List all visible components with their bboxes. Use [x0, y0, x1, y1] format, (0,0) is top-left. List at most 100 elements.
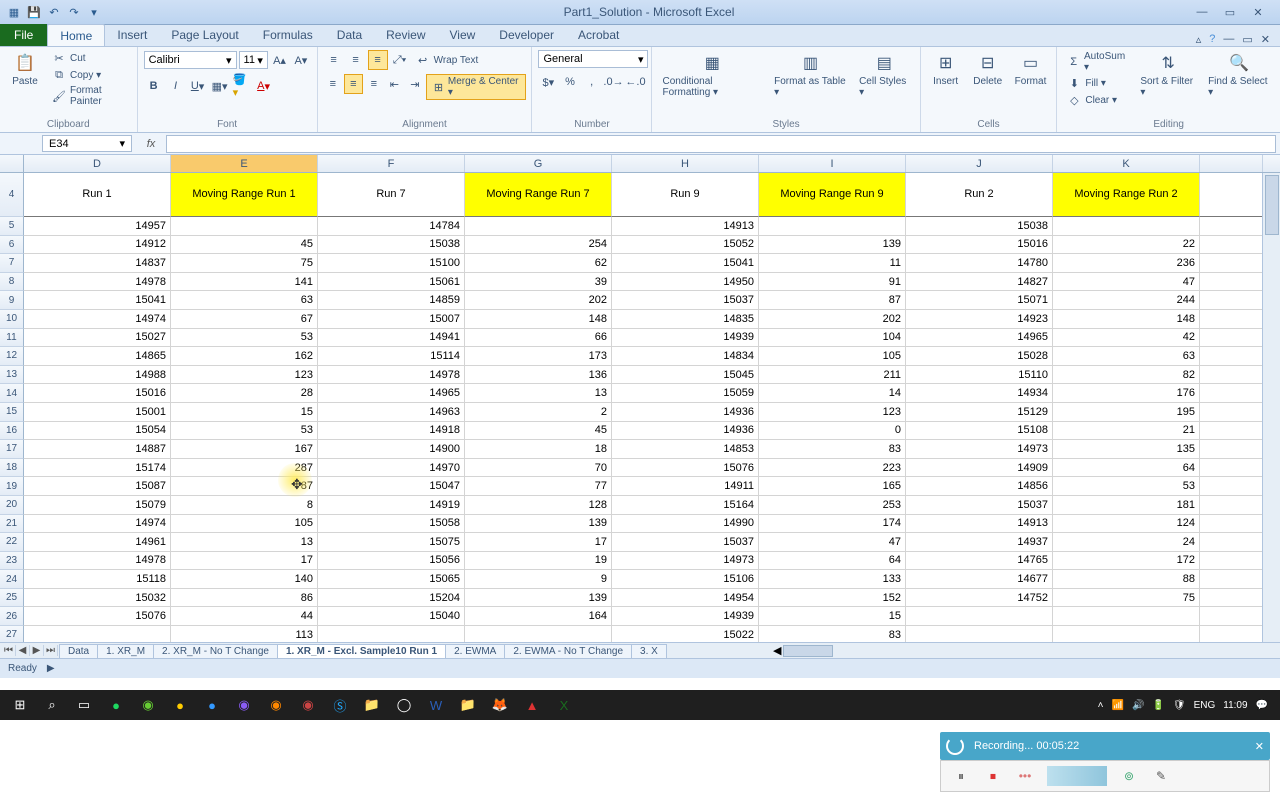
- cell-K20[interactable]: 181: [1053, 496, 1200, 515]
- cell-F5[interactable]: 14784: [318, 217, 465, 236]
- cell-K15[interactable]: 195: [1053, 403, 1200, 422]
- col-header-J[interactable]: J: [906, 155, 1053, 172]
- merge-center-button[interactable]: ⊞Merge & Center ▾: [426, 74, 525, 100]
- cell-H22[interactable]: 15037: [612, 533, 759, 552]
- cell-K18[interactable]: 64: [1053, 459, 1200, 478]
- cell-G20[interactable]: 128: [465, 496, 612, 515]
- cell-D17[interactable]: 14887: [24, 440, 171, 459]
- cell-E12[interactable]: 162: [171, 347, 318, 366]
- cell-E5[interactable]: [171, 217, 318, 236]
- cell-J10[interactable]: 14923: [906, 310, 1053, 329]
- cell-H24[interactable]: 15106: [612, 570, 759, 589]
- macro-record-icon[interactable]: ▶: [47, 663, 55, 674]
- cell-H16[interactable]: 14936: [612, 422, 759, 441]
- cell-D22[interactable]: 14961: [24, 533, 171, 552]
- doc-close-icon[interactable]: ✕: [1261, 33, 1270, 46]
- row-header-7[interactable]: 7: [0, 254, 24, 273]
- col-header-E[interactable]: E: [171, 155, 318, 172]
- cell-H9[interactable]: 15037: [612, 291, 759, 310]
- fill-button[interactable]: ⬇Fill ▾: [1063, 75, 1132, 91]
- cell-I16[interactable]: 0: [759, 422, 906, 441]
- cell-E14[interactable]: 28: [171, 384, 318, 403]
- align-right-icon[interactable]: ≡: [365, 74, 384, 94]
- cell-E7[interactable]: 75: [171, 254, 318, 273]
- cell-G10[interactable]: 148: [465, 310, 612, 329]
- cell-I7[interactable]: 11: [759, 254, 906, 273]
- cell-I5[interactable]: [759, 217, 906, 236]
- cell-J25[interactable]: 14752: [906, 589, 1053, 608]
- col-header-G[interactable]: G: [465, 155, 612, 172]
- tray-up-icon[interactable]: ˄: [1098, 700, 1104, 711]
- cell-F24[interactable]: 15065: [318, 570, 465, 589]
- header-cell-D[interactable]: Run 1: [24, 173, 171, 217]
- cell-F12[interactable]: 15114: [318, 347, 465, 366]
- cell-G19[interactable]: 77: [465, 477, 612, 496]
- cell-I25[interactable]: 152: [759, 589, 906, 608]
- sound-icon[interactable]: 🔊: [1132, 700, 1144, 711]
- cell-G11[interactable]: 66: [465, 329, 612, 348]
- cell-K25[interactable]: 75: [1053, 589, 1200, 608]
- annotate-icon[interactable]: ✎: [1151, 766, 1171, 786]
- cell-F25[interactable]: 15204: [318, 589, 465, 608]
- more-button[interactable]: •••: [1015, 766, 1035, 786]
- cell-I22[interactable]: 47: [759, 533, 906, 552]
- sheet-tab-4[interactable]: 2. EWMA: [445, 644, 505, 658]
- cell-H18[interactable]: 15076: [612, 459, 759, 478]
- indent-dec-icon[interactable]: ⇤: [385, 74, 404, 94]
- cell-G12[interactable]: 173: [465, 347, 612, 366]
- row-header-10[interactable]: 10: [0, 310, 24, 329]
- cell-I10[interactable]: 202: [759, 310, 906, 329]
- explorer-icon[interactable]: 📁: [356, 690, 388, 720]
- row-header-19[interactable]: 19: [0, 477, 24, 496]
- row-header-25[interactable]: 25: [0, 589, 24, 608]
- sheet-tab-5[interactable]: 2. EWMA - No T Change: [504, 644, 632, 658]
- row-header-17[interactable]: 17: [0, 440, 24, 459]
- cell-D26[interactable]: 15076: [24, 607, 171, 626]
- percent-icon[interactable]: %: [560, 72, 580, 92]
- row-header-13[interactable]: 13: [0, 366, 24, 385]
- cell-G13[interactable]: 136: [465, 366, 612, 385]
- align-middle-icon[interactable]: ≡: [346, 50, 366, 70]
- cell-D9[interactable]: 15041: [24, 291, 171, 310]
- delete-cells-button[interactable]: ⊟Delete: [969, 50, 1007, 89]
- cell-G16[interactable]: 45: [465, 422, 612, 441]
- cell-E9[interactable]: 63: [171, 291, 318, 310]
- tab-review[interactable]: Review: [374, 24, 437, 46]
- cell-H11[interactable]: 14939: [612, 329, 759, 348]
- indent-inc-icon[interactable]: ⇥: [406, 74, 425, 94]
- cell-D20[interactable]: 15079: [24, 496, 171, 515]
- tab-insert[interactable]: Insert: [105, 24, 159, 46]
- insert-cells-button[interactable]: ⊞Insert: [927, 50, 965, 89]
- cell-J16[interactable]: 15108: [906, 422, 1053, 441]
- cell-J11[interactable]: 14965: [906, 329, 1053, 348]
- cell-H12[interactable]: 14834: [612, 347, 759, 366]
- cell-G22[interactable]: 17: [465, 533, 612, 552]
- cell-K7[interactable]: 236: [1053, 254, 1200, 273]
- row-header-8[interactable]: 8: [0, 273, 24, 292]
- cell-J18[interactable]: 14909: [906, 459, 1053, 478]
- format-as-table-button[interactable]: ▥Format as Table ▾: [770, 50, 851, 100]
- cell-I11[interactable]: 104: [759, 329, 906, 348]
- cell-K11[interactable]: 42: [1053, 329, 1200, 348]
- cell-G21[interactable]: 139: [465, 515, 612, 534]
- cell-F6[interactable]: 15038: [318, 236, 465, 255]
- sheet-nav-next[interactable]: ▶: [30, 645, 44, 656]
- start-button[interactable]: ⊞: [4, 690, 36, 720]
- cell-H23[interactable]: 14973: [612, 552, 759, 571]
- cell-H5[interactable]: 14913: [612, 217, 759, 236]
- task-view-icon[interactable]: ▭: [68, 690, 100, 720]
- cell-I12[interactable]: 105: [759, 347, 906, 366]
- app-icon-3[interactable]: ●: [196, 690, 228, 720]
- cell-E22[interactable]: 13: [171, 533, 318, 552]
- conditional-formatting-button[interactable]: ▦Conditional Formatting ▾: [658, 50, 766, 100]
- cell-G14[interactable]: 13: [465, 384, 612, 403]
- cell-H20[interactable]: 15164: [612, 496, 759, 515]
- cell-K9[interactable]: 244: [1053, 291, 1200, 310]
- font-color-button[interactable]: A▾: [254, 76, 274, 96]
- row-header-24[interactable]: 24: [0, 570, 24, 589]
- viber-icon[interactable]: ◉: [228, 690, 260, 720]
- cell-J21[interactable]: 14913: [906, 515, 1053, 534]
- align-top-icon[interactable]: ≡: [324, 50, 344, 70]
- cell-D14[interactable]: 15016: [24, 384, 171, 403]
- cell-D19[interactable]: 15087: [24, 477, 171, 496]
